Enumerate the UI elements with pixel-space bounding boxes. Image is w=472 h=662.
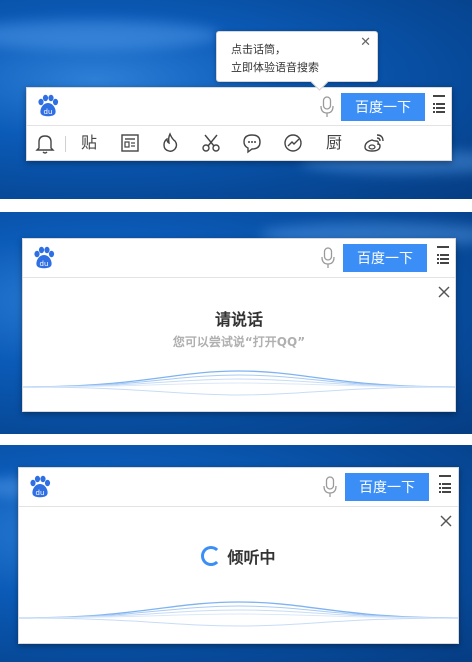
baidu-logo-icon[interactable]: du <box>31 245 57 271</box>
tooltip-line-1: 点击话筒， <box>231 43 286 56</box>
window-controls <box>436 246 450 264</box>
cook-icon[interactable]: 厨 <box>322 131 346 155</box>
desktop-panel-1: du 百度一下 贴 厨 点击话筒， 立即体验语音搜索 ✕ <box>0 0 472 199</box>
search-bar: du 百度一下 <box>23 239 455 277</box>
menu-list-icon[interactable] <box>439 483 451 493</box>
search-button[interactable]: 百度一下 <box>341 93 425 121</box>
search-bar: du 百度一下 <box>19 468 458 506</box>
menu-list-icon[interactable] <box>433 103 445 113</box>
search-button[interactable]: 百度一下 <box>345 473 429 501</box>
baidu-logo-icon[interactable]: du <box>35 93 61 119</box>
desktop-panel-2: du 百度一下 请说话 您可以尝试说“打开QQ” <box>0 212 472 434</box>
toolbar-separator <box>65 136 66 152</box>
news-icon[interactable] <box>118 131 142 155</box>
minimize-icon[interactable] <box>433 95 445 97</box>
chat-icon[interactable] <box>240 131 264 155</box>
window-controls <box>438 475 452 493</box>
scissors-icon[interactable] <box>199 131 223 155</box>
weibo-icon[interactable] <box>362 131 386 155</box>
voice-search-tooltip: 点击话筒， 立即体验语音搜索 ✕ <box>216 31 378 91</box>
window-controls <box>432 95 446 113</box>
voice-prompt-title: 请说话 <box>214 310 263 329</box>
listening-window: du 百度一下 倾听中 <box>18 467 459 644</box>
svg-text:du: du <box>44 108 53 116</box>
minimize-icon[interactable] <box>439 475 451 477</box>
sound-wave <box>23 370 455 396</box>
search-bar: du 百度一下 <box>27 88 451 124</box>
listening-text: 倾听中 <box>227 548 276 567</box>
close-icon[interactable] <box>439 514 453 528</box>
desktop-panel-3: du 百度一下 倾听中 <box>0 445 472 662</box>
listening-status: 倾听中 <box>19 544 458 568</box>
microphone-icon[interactable] <box>321 247 335 269</box>
svg-text:du: du <box>40 260 49 268</box>
search-button[interactable]: 百度一下 <box>343 244 427 272</box>
bell-icon[interactable] <box>33 131 57 155</box>
baidu-logo-icon[interactable]: du <box>27 474 53 500</box>
voice-search-window: du 百度一下 请说话 您可以尝试说“打开QQ” <box>22 238 456 412</box>
loading-spinner-icon <box>201 546 222 566</box>
voice-hint-text: 您可以尝试说“打开QQ” <box>172 335 306 349</box>
minimize-icon[interactable] <box>437 246 449 248</box>
divider <box>19 506 458 507</box>
toolbar: 贴 厨 <box>27 126 451 160</box>
tieba-icon[interactable]: 贴 <box>77 131 101 155</box>
sound-wave <box>19 601 458 627</box>
svg-text:du: du <box>36 489 45 497</box>
divider <box>23 277 455 278</box>
tooltip-close-icon[interactable]: ✕ <box>360 35 371 50</box>
fire-icon[interactable] <box>158 131 182 155</box>
chart-icon[interactable] <box>281 131 305 155</box>
close-icon[interactable] <box>437 285 451 299</box>
menu-list-icon[interactable] <box>437 254 449 264</box>
microphone-icon[interactable] <box>323 476 337 498</box>
microphone-icon[interactable] <box>320 96 334 118</box>
tooltip-line-2: 立即体验语音搜索 <box>231 61 319 74</box>
search-widget: du 百度一下 贴 厨 <box>26 87 452 161</box>
